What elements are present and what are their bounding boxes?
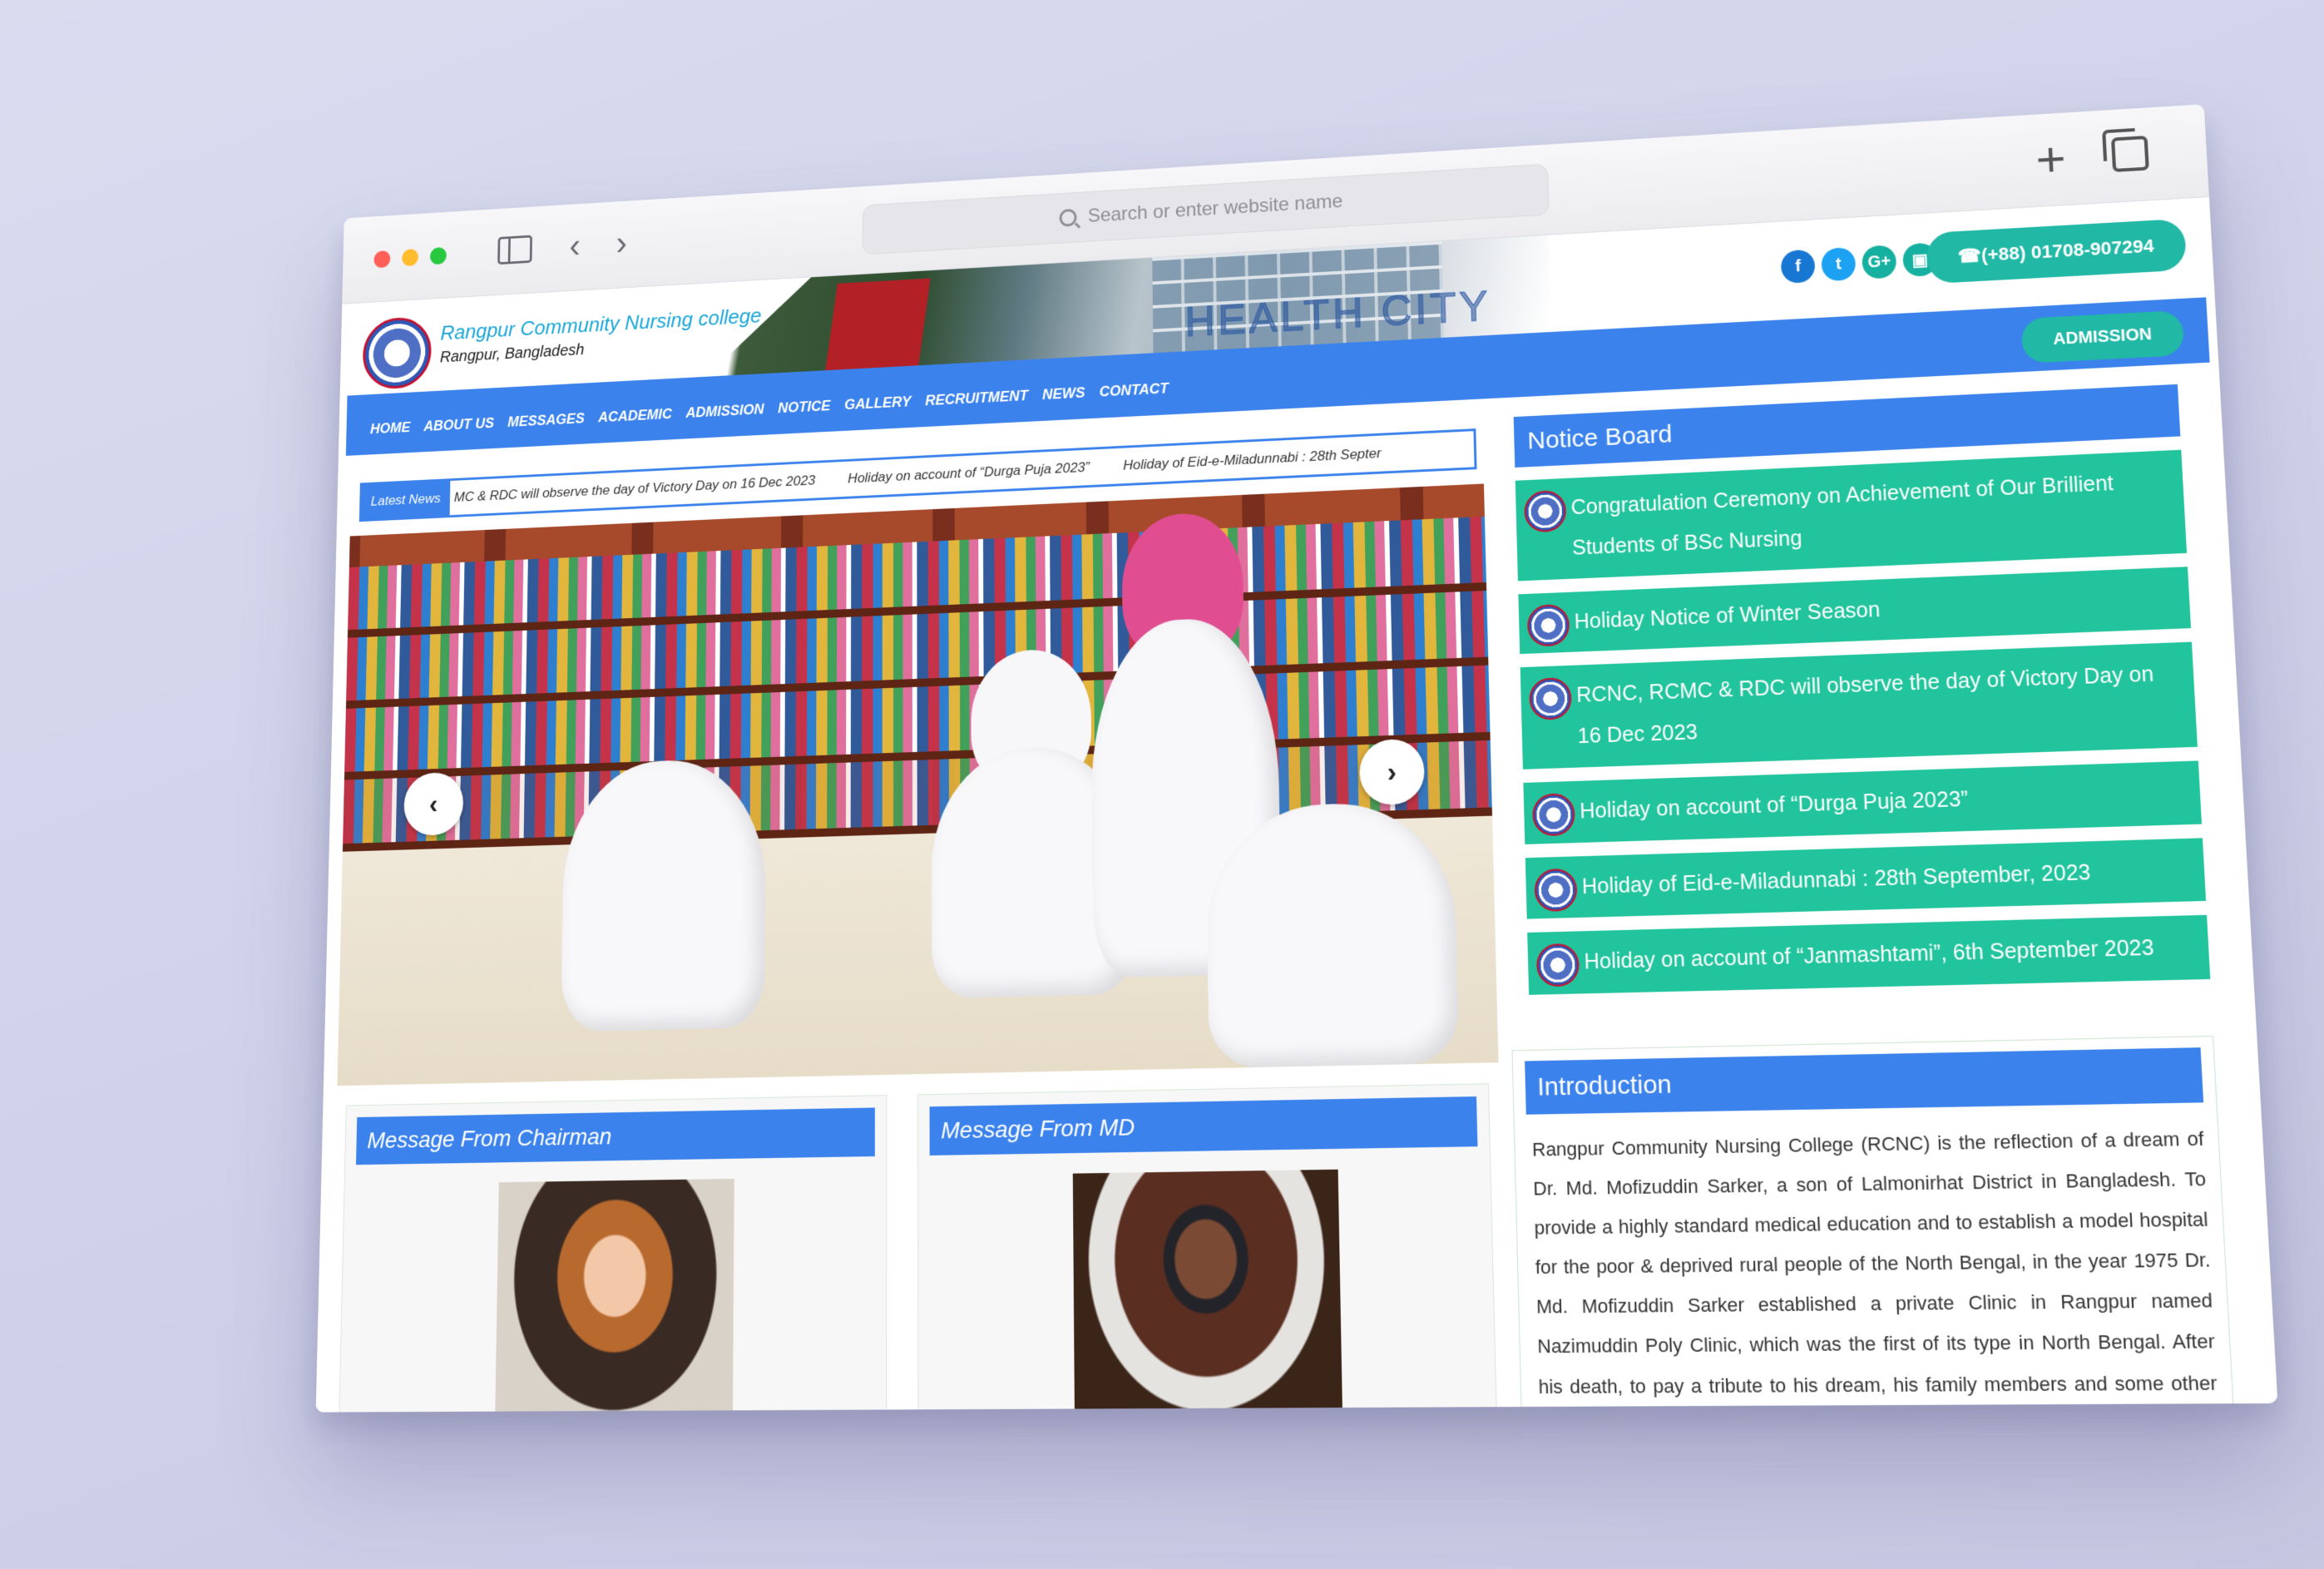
introduction-text: Rangpur Community Nursing College (RCNC)… <box>1531 1127 2218 1398</box>
phone-button[interactable]: ☎(+88) 01708-907294 <box>1926 218 2188 285</box>
notice-board: Notice Board Congratulation Ceremony on … <box>1513 384 2211 995</box>
md-message-title: Message From MD <box>929 1096 1478 1156</box>
nav-gallery[interactable]: GALLERY <box>844 393 911 413</box>
college-logo-icon <box>1535 943 1580 987</box>
back-icon[interactable]: ‹ <box>560 226 591 266</box>
notice-text: Holiday Notice of Winter Season <box>1574 597 1881 634</box>
tab-overview-icon[interactable] <box>2103 131 2157 176</box>
college-logo-icon <box>1529 677 1572 721</box>
chairman-message-title: Message From Chairman <box>355 1107 875 1166</box>
nav-news[interactable]: NEWS <box>1042 384 1085 403</box>
notice-text: Holiday on account of “Durga Puja 2023” <box>1579 786 1969 824</box>
notice-item[interactable]: Holiday of Eid-e-Miladunnabi : 28th Sept… <box>1525 837 2207 919</box>
introduction-title: Introduction <box>1525 1047 2204 1115</box>
main-content: Latest News MC & RDC will observe the da… <box>316 362 2278 1413</box>
chairman-message-panel: Message From Chairman <box>339 1095 888 1413</box>
college-logo[interactable] <box>362 315 433 391</box>
address-placeholder: Search or enter website name <box>1087 190 1343 227</box>
browser-window: ‹ › Search or enter website name + HEALT… <box>315 104 2278 1413</box>
nav-admission[interactable]: ADMISSION <box>685 401 764 422</box>
college-logo-icon <box>1526 603 1570 647</box>
notice-item[interactable]: Holiday on account of “Janmashtami”, 6th… <box>1527 915 2211 995</box>
google-plus-icon[interactable]: G+ <box>1862 245 1897 280</box>
nav-home[interactable]: HOME <box>370 419 411 438</box>
website: HEALTH CITY Rangpur Community Nursing co… <box>315 197 2278 1413</box>
twitter-icon[interactable]: t <box>1821 246 1857 282</box>
nav-messages[interactable]: MESSAGES <box>507 410 585 430</box>
ticker-item[interactable]: MC & RDC will observe the day of Victory… <box>454 473 815 506</box>
college-logo-icon <box>1524 489 1567 533</box>
search-icon <box>1059 208 1077 227</box>
introduction-panel: Introduction Rangpur Community Nursing C… <box>1511 1035 2240 1413</box>
close-window-button[interactable] <box>373 250 391 269</box>
notice-item[interactable]: Holiday on account of “Durga Puja 2023” <box>1523 760 2203 844</box>
college-name[interactable]: Rangpur Community Nursing college <box>440 304 761 345</box>
md-message-panel: Message From MD <box>917 1083 1497 1413</box>
forward-icon[interactable]: › <box>606 224 637 264</box>
ticker-item[interactable]: Holiday of Eid-e-Miladunnabi : 28th Sept… <box>1123 445 1382 473</box>
hero-slider: ‹ › <box>337 483 1499 1086</box>
sidebar-toggle-icon[interactable] <box>495 230 534 270</box>
maximize-window-button[interactable] <box>429 246 447 265</box>
college-location: Rangpur, Bangladesh <box>439 341 585 367</box>
notice-text: Holiday of Eid-e-Miladunnabi : 28th Sept… <box>1581 859 2092 898</box>
ticker-label: Latest News <box>361 481 450 520</box>
admission-button[interactable]: ADMISSION <box>2020 309 2185 364</box>
new-tab-icon[interactable]: + <box>2024 131 2077 187</box>
notice-item[interactable]: Holiday Notice of Winter Season <box>1518 566 2192 655</box>
college-logo-icon <box>1534 868 1578 912</box>
ticker-item[interactable]: Holiday on account of “Durga Puja 2023” <box>848 459 1090 487</box>
nav-academic[interactable]: ACADEMIC <box>598 405 672 425</box>
social-links: f t G+ ▣ <box>1780 242 1938 285</box>
notice-item[interactable]: Congratulation Ceremony on Achievement o… <box>1515 449 2188 581</box>
notice-text: Holiday on account of “Janmashtami”, 6th… <box>1584 935 2155 974</box>
college-logo-icon <box>1531 792 1575 837</box>
minimize-window-button[interactable] <box>402 248 419 267</box>
nav-notice[interactable]: NOTICE <box>778 397 830 416</box>
notice-text: Congratulation Ceremony on Achievement o… <box>1570 471 2114 560</box>
notice-text: RCNC, RCMC & RDC will observe the day of… <box>1575 662 2155 749</box>
chairman-photo <box>494 1178 734 1413</box>
mockup-scene: ‹ › Search or enter website name + HEALT… <box>0 0 2324 1569</box>
nav-recruitment[interactable]: RECRUITMENT <box>925 387 1028 408</box>
nav-about-us[interactable]: ABOUT US <box>423 414 494 434</box>
md-photo <box>1072 1169 1343 1413</box>
facebook-icon[interactable]: f <box>1780 249 1816 285</box>
nav-contact[interactable]: CONTACT <box>1100 379 1169 399</box>
notice-item[interactable]: RCNC, RCMC & RDC will observe the day of… <box>1520 641 2198 770</box>
